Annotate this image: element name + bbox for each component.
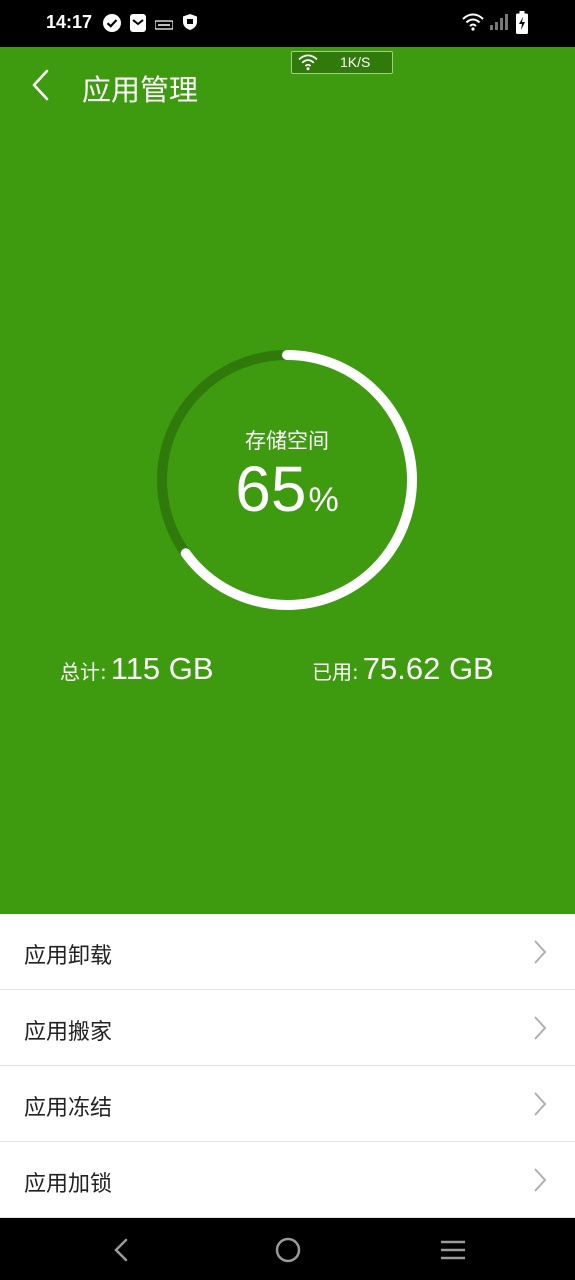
check-circle-icon — [102, 13, 122, 37]
used-value: 75.62 GB — [362, 651, 494, 686]
chevron-left-icon — [32, 69, 49, 101]
menu-item-label: 应用卸载 — [24, 944, 113, 969]
wifi-icon — [298, 54, 318, 71]
menu-item-label: 应用搬家 — [24, 1020, 113, 1045]
menu-item-move[interactable]: 应用搬家 — [0, 990, 575, 1066]
battery-charging-icon — [515, 11, 529, 39]
page-title: 应用管理 — [82, 73, 199, 107]
total-storage: 总计: 115 GB — [60, 651, 214, 687]
menu-item-label: 应用冻结 — [24, 1096, 113, 1121]
storage-summary-panel: 应用管理 1K/S 存储空间 65% 总计: 115 GB 已用: 75.62 GB — [0, 47, 575, 914]
nav-home-button[interactable] — [273, 1235, 303, 1265]
nav-menu-button[interactable] — [438, 1235, 468, 1265]
storage-label: 存储空间 — [245, 429, 329, 453]
menu-item-freeze[interactable]: 应用冻结 — [0, 1066, 575, 1142]
total-label: 总计: — [60, 660, 107, 684]
app-management-menu: 应用卸载 应用搬家 应用冻结 应用加锁 — [0, 914, 575, 1218]
nav-menu-icon — [441, 1240, 465, 1260]
signal-icon — [489, 13, 509, 35]
used-storage: 已用: 75.62 GB — [312, 651, 494, 687]
back-button[interactable] — [22, 65, 62, 105]
network-speed-text: 1K/S — [340, 54, 371, 70]
used-label: 已用: — [312, 660, 359, 684]
nav-back-button[interactable] — [106, 1235, 136, 1265]
chevron-right-icon — [534, 1168, 547, 1192]
app-notification-icon — [154, 16, 174, 35]
system-navigation-bar — [0, 1218, 575, 1280]
menu-item-uninstall[interactable]: 应用卸载 — [0, 914, 575, 990]
storage-percent-sign: % — [308, 481, 339, 519]
chevron-right-icon — [534, 1092, 547, 1116]
network-speed-badge: 1K/S — [291, 51, 393, 74]
chevron-right-icon — [534, 940, 547, 964]
nav-back-icon — [114, 1238, 128, 1262]
nav-home-icon — [275, 1237, 301, 1263]
status-bar: 14:17 — [0, 0, 575, 47]
wifi-icon — [462, 13, 484, 35]
total-value: 115 GB — [110, 651, 214, 686]
storage-percent: 65% — [154, 452, 420, 526]
status-time: 14:17 — [46, 12, 93, 32]
menu-item-lock[interactable]: 应用加锁 — [0, 1142, 575, 1218]
mail-icon — [129, 13, 147, 37]
chevron-right-icon — [534, 1016, 547, 1040]
storage-percent-value: 65 — [235, 453, 307, 525]
shield-icon — [182, 13, 198, 35]
menu-item-label: 应用加锁 — [24, 1172, 113, 1197]
